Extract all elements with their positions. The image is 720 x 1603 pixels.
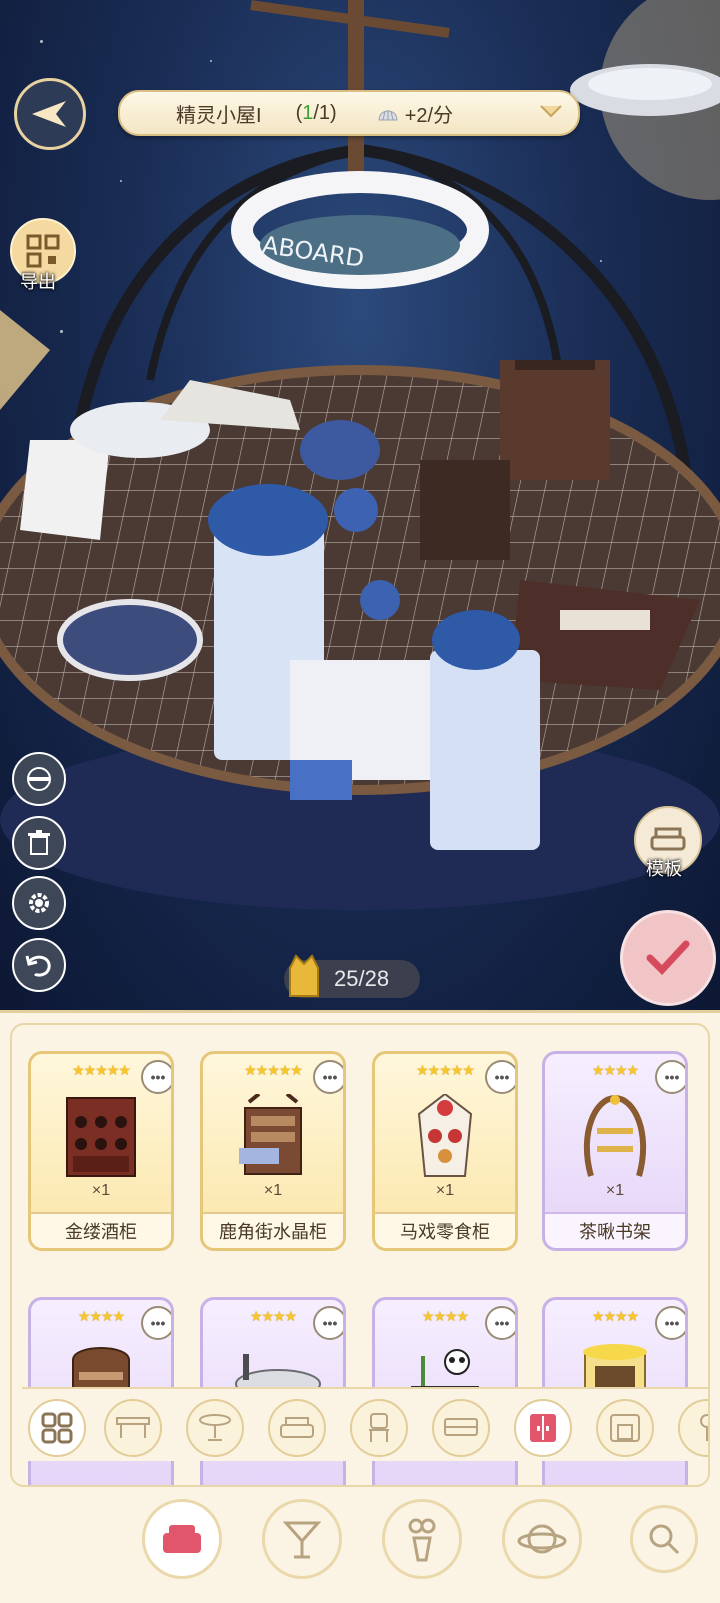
shell-icon [378, 110, 398, 121]
search-icon [649, 1524, 680, 1555]
back-button[interactable] [14, 78, 86, 150]
item-name: 鹿角街水晶柜 [203, 1212, 343, 1248]
round-table-icon [199, 1414, 231, 1441]
nav-drink[interactable] [262, 1499, 342, 1579]
furniture-card[interactable]: ★★★★★ ••• ×1 鹿角街水晶柜 [200, 1051, 346, 1251]
chair-icon [369, 1413, 389, 1442]
inventory-panel: ★★★★★ ••• ×1 金缕酒柜 ★★★★★ ••• ×1 鹿角街水晶柜 ★★… [0, 1010, 720, 1603]
category-sofa[interactable] [268, 1399, 326, 1457]
undo-button[interactable] [12, 938, 66, 992]
more-options-button[interactable]: ••• [485, 1060, 515, 1094]
room-count-rest: /1) [313, 101, 337, 124]
item-name: 马戏零食柜 [375, 1212, 515, 1248]
capacity-indicator: 25/28 [284, 954, 420, 998]
item-name: 金缕酒柜 [31, 1212, 171, 1248]
category-bed[interactable] [432, 1399, 490, 1457]
lamp-icon [700, 1414, 708, 1441]
category-cabinet[interactable] [514, 1399, 572, 1457]
room-floor-grid[interactable] [0, 360, 720, 920]
item-quantity: ×1 [263, 1182, 283, 1199]
more-options-button[interactable]: ••• [655, 1060, 685, 1094]
more-options-button[interactable]: ••• [141, 1306, 171, 1340]
checkmark-icon [646, 940, 690, 976]
category-all[interactable] [28, 1399, 86, 1457]
chevron-down-icon[interactable] [538, 100, 564, 122]
furniture-card[interactable]: ★★★★★ ••• ×1 马戏零食柜 [372, 1051, 518, 1251]
bookshelf-icon [583, 1094, 647, 1177]
template-label: 模板 [646, 859, 682, 879]
throne-icon [289, 954, 319, 997]
category-fireplace[interactable] [596, 1399, 654, 1457]
drink-icon [282, 1521, 322, 1559]
bed-icon [444, 1418, 478, 1436]
arrow-left-icon [32, 101, 66, 127]
income-rate: +2/分 [404, 104, 454, 127]
table-icon [116, 1417, 150, 1438]
room-title-bar[interactable]: 精灵小屋I (1/1) +2/分 [118, 90, 580, 136]
layer-button[interactable] [12, 752, 66, 806]
item-quantity: ×1 [91, 1182, 111, 1199]
nav-furniture[interactable] [142, 1499, 222, 1579]
settings-button[interactable] [12, 876, 66, 930]
delete-button[interactable] [12, 816, 66, 870]
more-options-button[interactable]: ••• [313, 1060, 343, 1094]
inventory-grid[interactable]: ★★★★★ ••• ×1 金缕酒柜 ★★★★★ ••• ×1 鹿角街水晶柜 ★★… [10, 1023, 710, 1487]
furniture-card[interactable]: ★★★★★ ••• ×1 金缕酒柜 [28, 1051, 174, 1251]
more-options-button[interactable]: ••• [141, 1060, 171, 1094]
room-scene[interactable]: ABOARD 精灵小屋I (1/1) +2/分 导出 模板 25/28 [0, 0, 720, 1020]
item-quantity: ×1 [435, 1182, 455, 1199]
category-table[interactable] [104, 1399, 162, 1457]
armchair-icon [650, 827, 686, 851]
wine-cabinet-icon [66, 1097, 136, 1177]
room-count-current: 1 [302, 101, 314, 124]
item-quantity: ×1 [605, 1182, 625, 1199]
nav-decor[interactable] [382, 1499, 462, 1579]
all-icon [41, 1412, 73, 1444]
furniture-card[interactable]: ★★★★ ••• ×1 茶啾书架 [542, 1051, 688, 1251]
crystal-cabinet-icon [239, 1094, 302, 1175]
gear-icon [29, 893, 49, 913]
trash-icon [28, 830, 50, 855]
category-round-table[interactable] [186, 1399, 244, 1457]
nav-planet[interactable] [502, 1499, 582, 1579]
undo-icon [25, 955, 51, 977]
more-options-button[interactable]: ••• [313, 1306, 343, 1340]
more-options-button[interactable]: ••• [655, 1306, 685, 1340]
sofa-icon [280, 1417, 314, 1438]
category-bar [22, 1387, 708, 1461]
category-chair[interactable] [350, 1399, 408, 1457]
vase-icon [408, 1518, 436, 1562]
fireplace-icon [610, 1414, 640, 1442]
planet-icon [517, 1524, 567, 1554]
item-name: 茶啾书架 [545, 1212, 685, 1248]
cabinet-icon [530, 1414, 556, 1442]
nav-search[interactable] [630, 1505, 698, 1573]
confirm-button[interactable] [620, 910, 716, 1006]
bottom-nav [0, 1493, 720, 1603]
room-name: 精灵小屋I [176, 104, 262, 127]
capacity-value: 25/28 [334, 966, 390, 991]
category-lamp[interactable] [678, 1399, 708, 1457]
room-count: (1/1) [296, 102, 337, 125]
export-label: 导出 [20, 272, 56, 292]
snack-cabinet-icon [417, 1094, 473, 1177]
qr-code-icon [26, 234, 60, 268]
furniture-icon [163, 1525, 201, 1553]
more-options-button[interactable]: ••• [485, 1306, 515, 1340]
half-circle-icon [27, 767, 51, 791]
